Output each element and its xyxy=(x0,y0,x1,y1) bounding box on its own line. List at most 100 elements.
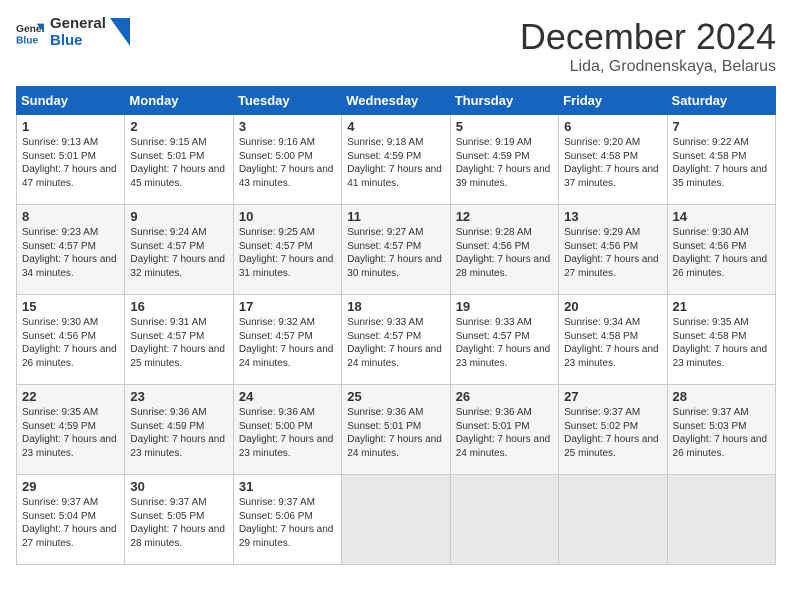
calendar-cell: 18Sunrise: 9:33 AMSunset: 4:57 PMDayligh… xyxy=(342,295,450,385)
day-info: Sunrise: 9:33 AMSunset: 4:57 PMDaylight:… xyxy=(456,316,553,370)
day-info: Sunrise: 9:28 AMSunset: 4:56 PMDaylight:… xyxy=(456,226,553,280)
week-row-4: 22 Sunrise: 9:35 AMSunset: 4:59 PMDayligh… xyxy=(17,385,776,475)
day-number: 1 xyxy=(22,119,119,134)
week-row-5: 29Sunrise: 9:37 AMSunset: 5:04 PMDayligh… xyxy=(17,475,776,565)
week-row-3: 15 Sunrise: 9:30 AMSunset: 4:56 PMDayligh… xyxy=(17,295,776,385)
day-number: 9 xyxy=(130,209,227,224)
day-info: Sunrise: 9:36 AMSunset: 5:01 PMDaylight:… xyxy=(347,406,444,460)
calendar-cell: 8 Sunrise: 9:23 AMSunset: 4:57 PMDaylight… xyxy=(17,205,125,295)
weekday-header-saturday: Saturday xyxy=(667,87,775,115)
day-info: Sunrise: 9:31 AMSunset: 4:57 PMDaylight:… xyxy=(130,316,227,370)
day-number: 15 xyxy=(22,299,119,314)
calendar-cell xyxy=(342,475,450,565)
weekday-header-wednesday: Wednesday xyxy=(342,87,450,115)
calendar-cell: 31Sunrise: 9:37 AMSunset: 5:06 PMDayligh… xyxy=(233,475,341,565)
calendar-cell: 21 Sunrise: 9:35 AMSunset: 4:58 PMDayligh… xyxy=(667,295,775,385)
calendar-cell xyxy=(450,475,558,565)
day-info: Sunrise: 9:37 AMSunset: 5:03 PMDaylight:… xyxy=(673,406,770,460)
location-title: Lida, Grodnenskaya, Belarus xyxy=(520,58,776,76)
calendar-cell: 27 Sunrise: 9:37 AMSunset: 5:02 PMDayligh… xyxy=(559,385,667,475)
weekday-header-monday: Monday xyxy=(125,87,233,115)
day-number: 26 xyxy=(456,389,553,404)
weekday-header-friday: Friday xyxy=(559,87,667,115)
day-info: Sunrise: 9:27 AMSunset: 4:57 PMDaylight:… xyxy=(347,226,444,280)
day-info: Sunrise: 9:30 AMSunset: 4:56 PMDaylight:… xyxy=(673,226,770,280)
calendar-cell: 20Sunrise: 9:34 AMSunset: 4:58 PMDayligh… xyxy=(559,295,667,385)
day-info: Sunrise: 9:37 AMSunset: 5:05 PMDaylight:… xyxy=(130,496,227,550)
calendar-cell: 3 Sunrise: 9:16 AMSunset: 5:00 PMDaylight… xyxy=(233,115,341,205)
day-number: 14 xyxy=(673,209,770,224)
calendar-cell: 7 Sunrise: 9:22 AMSunset: 4:58 PMDaylight… xyxy=(667,115,775,205)
day-number: 11 xyxy=(347,209,444,224)
day-number: 10 xyxy=(239,209,336,224)
day-number: 4 xyxy=(347,119,444,134)
calendar-cell: 6Sunrise: 9:20 AMSunset: 4:58 PMDaylight… xyxy=(559,115,667,205)
day-info: Sunrise: 9:25 AMSunset: 4:57 PMDaylight:… xyxy=(239,226,336,280)
day-info: Sunrise: 9:35 AMSunset: 4:59 PMDaylight:… xyxy=(22,406,119,460)
calendar-cell: 19 Sunrise: 9:33 AMSunset: 4:57 PMDayligh… xyxy=(450,295,558,385)
day-number: 3 xyxy=(239,119,336,134)
day-info: Sunrise: 9:24 AMSunset: 4:57 PMDaylight:… xyxy=(130,226,227,280)
day-number: 25 xyxy=(347,389,444,404)
calendar-cell: 28Sunrise: 9:37 AMSunset: 5:03 PMDayligh… xyxy=(667,385,775,475)
day-info: Sunrise: 9:35 AMSunset: 4:58 PMDaylight:… xyxy=(673,316,770,370)
day-number: 13 xyxy=(564,209,661,224)
calendar-cell xyxy=(667,475,775,565)
day-info: Sunrise: 9:36 AMSunset: 5:00 PMDaylight:… xyxy=(239,406,336,460)
day-info: Sunrise: 9:29 AMSunset: 4:56 PMDaylight:… xyxy=(564,226,661,280)
calendar-cell: 15 Sunrise: 9:30 AMSunset: 4:56 PMDayligh… xyxy=(17,295,125,385)
logo-general-text: General xyxy=(50,16,106,33)
day-info: Sunrise: 9:13 AMSunset: 5:01 PMDaylight:… xyxy=(22,136,119,190)
day-number: 16 xyxy=(130,299,227,314)
day-number: 8 xyxy=(22,209,119,224)
day-number: 29 xyxy=(22,479,119,494)
day-info: Sunrise: 9:16 AMSunset: 5:00 PMDaylight:… xyxy=(239,136,336,190)
calendar-cell: 23Sunrise: 9:36 AMSunset: 4:59 PMDayligh… xyxy=(125,385,233,475)
day-number: 7 xyxy=(673,119,770,134)
calendar-cell: 25 Sunrise: 9:36 AMSunset: 5:01 PMDayligh… xyxy=(342,385,450,475)
calendar-cell: 26Sunrise: 9:36 AMSunset: 5:01 PMDayligh… xyxy=(450,385,558,475)
day-number: 2 xyxy=(130,119,227,134)
calendar-cell: 11 Sunrise: 9:27 AMSunset: 4:57 PMDayligh… xyxy=(342,205,450,295)
calendar-cell: 24 Sunrise: 9:36 AMSunset: 5:00 PMDayligh… xyxy=(233,385,341,475)
day-number: 17 xyxy=(239,299,336,314)
weekday-header-thursday: Thursday xyxy=(450,87,558,115)
day-info: Sunrise: 9:22 AMSunset: 4:58 PMDaylight:… xyxy=(673,136,770,190)
day-info: Sunrise: 9:18 AMSunset: 4:59 PMDaylight:… xyxy=(347,136,444,190)
week-row-2: 8 Sunrise: 9:23 AMSunset: 4:57 PMDaylight… xyxy=(17,205,776,295)
day-info: Sunrise: 9:32 AMSunset: 4:57 PMDaylight:… xyxy=(239,316,336,370)
day-number: 22 xyxy=(22,389,119,404)
month-title: December 2024 xyxy=(520,16,776,58)
weekday-header-tuesday: Tuesday xyxy=(233,87,341,115)
calendar-cell: 22 Sunrise: 9:35 AMSunset: 4:59 PMDayligh… xyxy=(17,385,125,475)
day-number: 19 xyxy=(456,299,553,314)
logo-icon: General Blue xyxy=(16,19,44,47)
logo-blue-text: Blue xyxy=(50,33,106,50)
calendar-cell: 4 Sunrise: 9:18 AMSunset: 4:59 PMDaylight… xyxy=(342,115,450,205)
logo-arrow-icon xyxy=(110,18,130,48)
weekday-header-sunday: Sunday xyxy=(17,87,125,115)
day-number: 6 xyxy=(564,119,661,134)
calendar-cell: 29Sunrise: 9:37 AMSunset: 5:04 PMDayligh… xyxy=(17,475,125,565)
weekday-header-row: SundayMondayTuesdayWednesdayThursdayFrid… xyxy=(17,87,776,115)
svg-text:Blue: Blue xyxy=(16,35,39,46)
week-row-1: 1 Sunrise: 9:13 AMSunset: 5:01 PMDaylight… xyxy=(17,115,776,205)
day-info: Sunrise: 9:30 AMSunset: 4:56 PMDaylight:… xyxy=(22,316,119,370)
day-number: 21 xyxy=(673,299,770,314)
day-info: Sunrise: 9:37 AMSunset: 5:02 PMDaylight:… xyxy=(564,406,661,460)
calendar-cell: 14 Sunrise: 9:30 AMSunset: 4:56 PMDayligh… xyxy=(667,205,775,295)
day-info: Sunrise: 9:23 AMSunset: 4:57 PMDaylight:… xyxy=(22,226,119,280)
logo: General Blue General Blue xyxy=(16,16,130,49)
day-number: 5 xyxy=(456,119,553,134)
calendar-cell: 10 Sunrise: 9:25 AMSunset: 4:57 PMDayligh… xyxy=(233,205,341,295)
day-number: 30 xyxy=(130,479,227,494)
day-number: 31 xyxy=(239,479,336,494)
day-info: Sunrise: 9:15 AMSunset: 5:01 PMDaylight:… xyxy=(130,136,227,190)
day-number: 12 xyxy=(456,209,553,224)
calendar-table: SundayMondayTuesdayWednesdayThursdayFrid… xyxy=(16,86,776,565)
day-number: 24 xyxy=(239,389,336,404)
calendar-cell: 13 Sunrise: 9:29 AMSunset: 4:56 PMDayligh… xyxy=(559,205,667,295)
calendar-cell xyxy=(559,475,667,565)
day-number: 27 xyxy=(564,389,661,404)
day-number: 18 xyxy=(347,299,444,314)
